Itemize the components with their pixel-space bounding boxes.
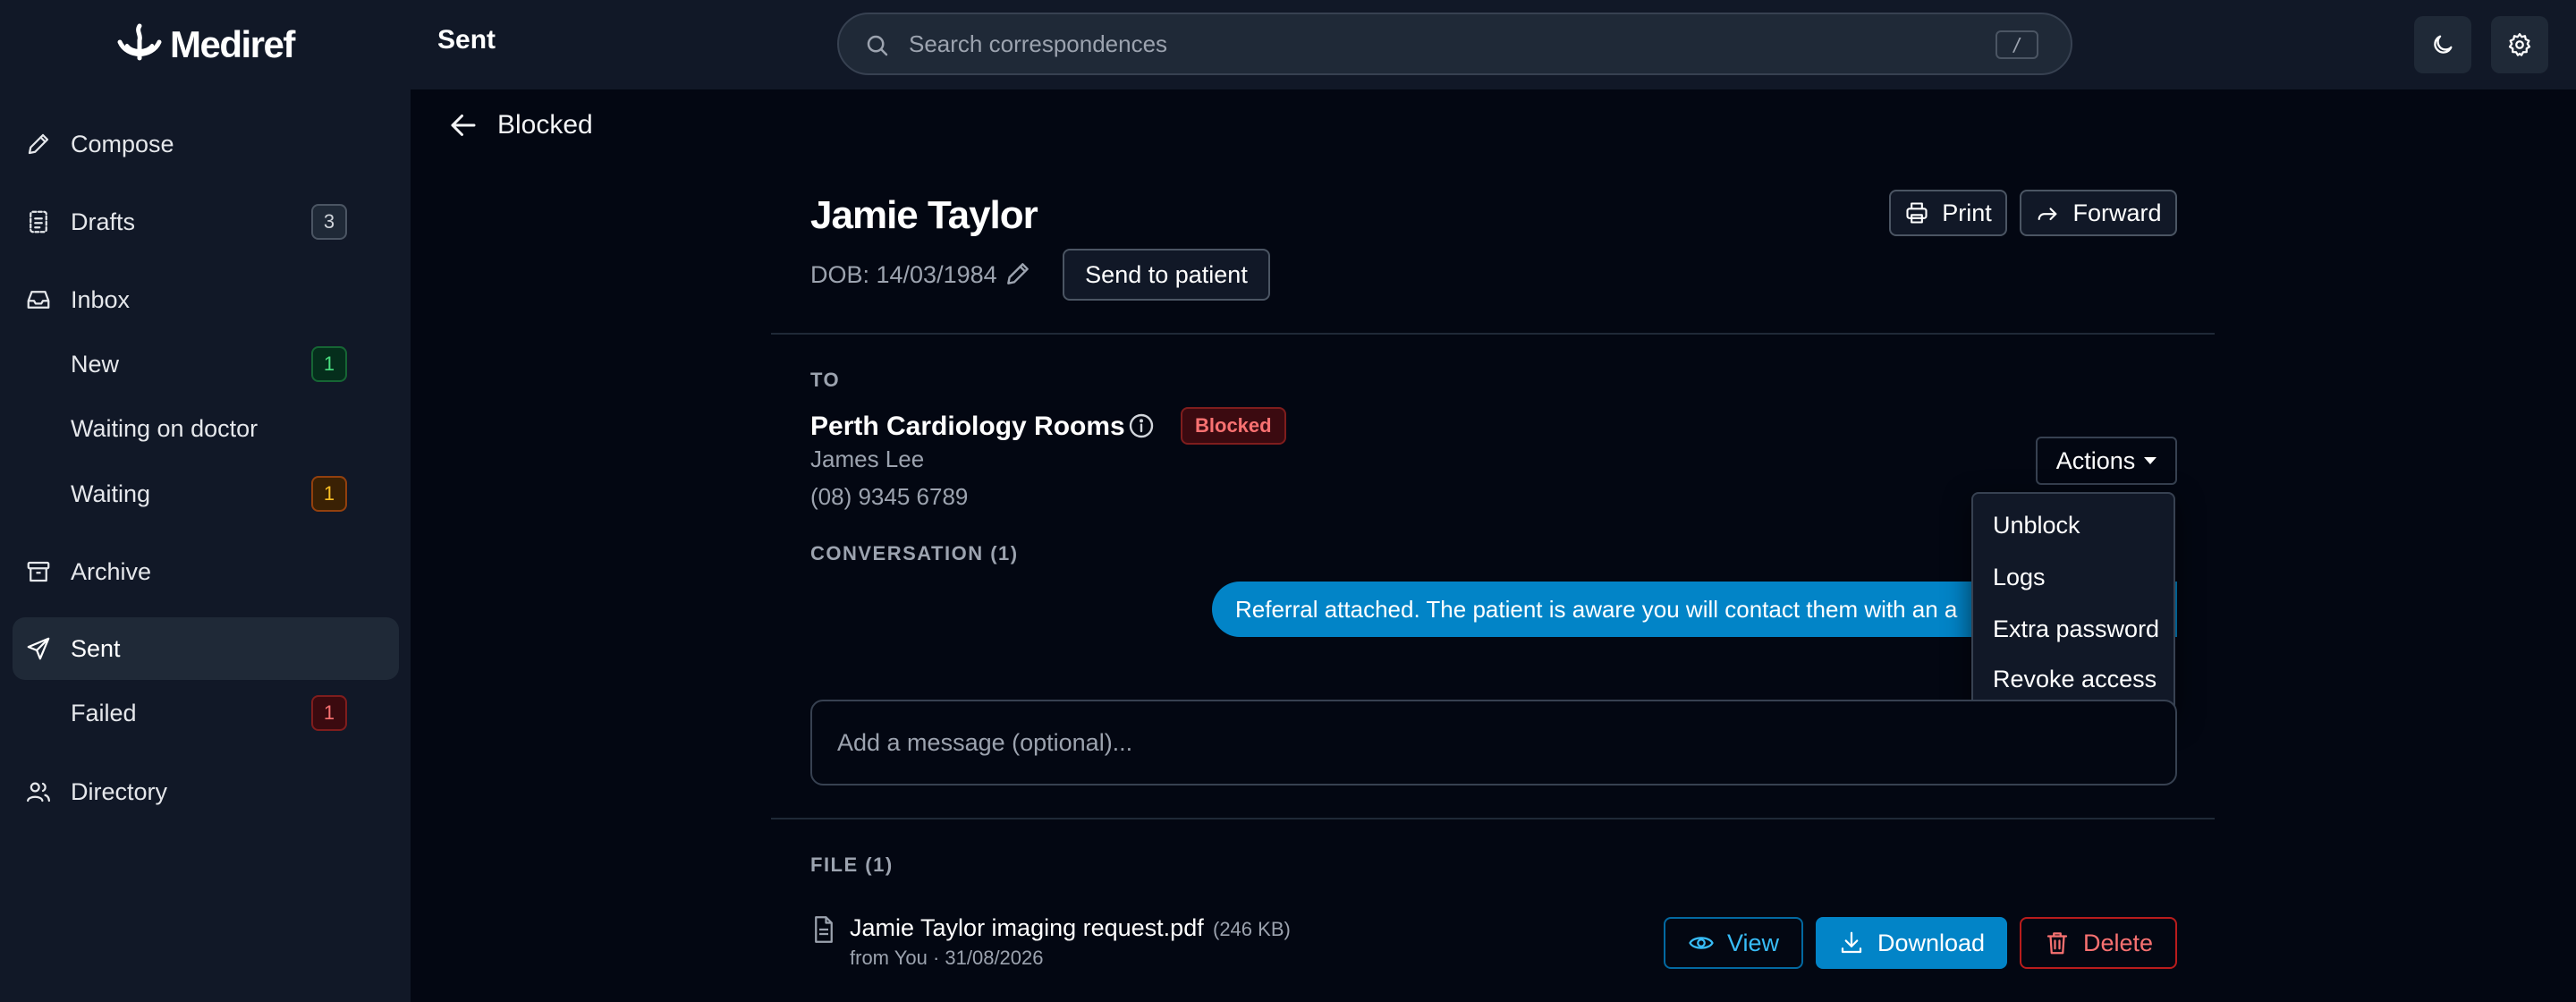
file-section-label: FILE (1) <box>810 853 894 876</box>
file-name[interactable]: Jamie Taylor imaging request.pdf <box>850 914 1204 942</box>
patient-dob: DOB: 14/03/1984 <box>810 261 997 288</box>
sidebar-item-label: New <box>71 350 120 378</box>
arrow-left-icon <box>447 109 479 141</box>
inbox-icon <box>25 286 52 313</box>
file-meta: from You · 31/08/2026 <box>850 947 1044 969</box>
forward-icon <box>2035 200 2060 225</box>
search-shortcut-hint: / <box>1996 30 2038 59</box>
send-icon <box>25 635 52 662</box>
forward-label: Forward <box>2072 199 2162 226</box>
sidebar-item-label: Waiting on doctor <box>71 414 258 442</box>
search-bar[interactable]: / <box>837 13 2072 75</box>
sidebar-item-sent[interactable]: Sent <box>13 617 399 680</box>
sidebar-item-drafts[interactable]: Drafts 3 <box>13 191 399 253</box>
sidebar-item-waiting[interactable]: Waiting 1 <box>13 463 399 525</box>
download-icon <box>1838 930 1865 956</box>
caret-down-icon <box>2144 457 2157 464</box>
actions-label: Actions <box>2055 446 2136 474</box>
download-label: Download <box>1877 929 1986 956</box>
to-section-label: TO <box>810 369 841 391</box>
moon-icon <box>2430 32 2455 57</box>
actions-button[interactable]: Actions <box>2036 437 2177 485</box>
sidebar-item-label: Drafts <box>71 208 136 235</box>
sidebar-item-directory[interactable]: Directory <box>13 760 399 823</box>
section-divider <box>771 333 2215 335</box>
archive-icon <box>25 558 52 585</box>
recipient-phone: (08) 9345 6789 <box>810 483 969 510</box>
edit-dob-icon[interactable] <box>1004 259 1032 288</box>
sidebar-item-failed[interactable]: Failed 1 <box>13 682 399 744</box>
message-compose-box[interactable] <box>810 700 2177 785</box>
sidebar-item-label: Compose <box>71 130 174 157</box>
sidebar-item-waiting-on-doctor[interactable]: Waiting on doctor <box>13 397 399 460</box>
sidebar-item-label: Sent <box>71 634 121 662</box>
recipient-name: Perth Cardiology Rooms <box>810 412 1125 441</box>
search-input[interactable] <box>909 14 1937 73</box>
info-icon[interactable] <box>1127 412 1156 440</box>
printer-icon <box>1904 200 1929 225</box>
sidebar-item-label: Inbox <box>71 285 131 313</box>
menu-item-revoke-access[interactable]: Revoke access <box>1993 666 2157 693</box>
eye-icon <box>1688 930 1715 956</box>
gear-icon <box>2506 31 2533 58</box>
sidebar-item-label: Waiting <box>71 480 151 507</box>
failed-count-badge: 1 <box>311 695 347 731</box>
menu-item-logs[interactable]: Logs <box>1993 564 2046 591</box>
send-to-patient-button[interactable]: Send to patient <box>1063 249 1270 301</box>
sidebar-item-label: Archive <box>71 557 152 585</box>
back-link[interactable]: Blocked <box>447 109 593 141</box>
top-bar: Sent / <box>411 0 2576 89</box>
message-text: Referral attached. The patient is aware … <box>1235 595 1958 623</box>
send-to-patient-label: Send to patient <box>1085 260 1248 288</box>
settings-button[interactable] <box>2491 16 2548 73</box>
document-icon <box>810 914 837 945</box>
app-logo[interactable]: Mediref <box>114 20 295 70</box>
recipient-contact-name: James Lee <box>810 446 925 472</box>
theme-toggle-button[interactable] <box>2414 16 2471 73</box>
search-icon <box>864 32 891 59</box>
delete-file-button[interactable]: Delete <box>2020 917 2177 969</box>
back-label: Blocked <box>497 110 593 140</box>
view-label: View <box>1726 929 1780 956</box>
actions-dropdown-menu: Unblock Logs Extra password Revoke acces… <box>1971 492 2175 712</box>
mediref-logo-icon <box>114 22 165 67</box>
sidebar-item-inbox[interactable]: Inbox <box>13 268 399 331</box>
patient-name: Jamie Taylor <box>810 193 1038 237</box>
status-badge: Blocked <box>1181 407 1286 445</box>
trash-icon <box>2044 930 2071 956</box>
page-title: Sent <box>437 25 496 55</box>
sidebar-item-new[interactable]: New 1 <box>13 333 399 395</box>
download-file-button[interactable]: Download <box>1816 917 2007 969</box>
print-label: Print <box>1942 199 1992 226</box>
drafts-count-badge: 3 <box>311 204 347 240</box>
sidebar-item-label: Failed <box>71 699 137 726</box>
menu-item-extra-password[interactable]: Extra password <box>1993 616 2159 643</box>
sidebar-item-compose[interactable]: Compose <box>13 113 399 175</box>
print-button[interactable]: Print <box>1889 190 2007 236</box>
view-file-button[interactable]: View <box>1664 917 1803 969</box>
waiting-count-badge: 1 <box>311 476 347 512</box>
section-divider <box>771 818 2215 819</box>
message-input[interactable] <box>837 701 2143 784</box>
app-name: Mediref <box>170 23 295 65</box>
sidebar: Mediref Compose Drafts 3 Inbox New 1 Wai… <box>0 0 411 1002</box>
sidebar-item-archive[interactable]: Archive <box>13 540 399 603</box>
delete-label: Delete <box>2082 929 2154 956</box>
pencil-icon <box>25 131 52 157</box>
sidebar-item-label: Directory <box>71 777 168 805</box>
menu-item-unblock[interactable]: Unblock <box>1993 512 2080 539</box>
drafts-icon <box>25 208 52 235</box>
conversation-section-label: CONVERSATION (1) <box>810 542 1019 565</box>
file-size: (246 KB) <box>1213 918 1291 940</box>
users-icon <box>25 778 52 805</box>
new-count-badge: 1 <box>311 346 347 382</box>
forward-button[interactable]: Forward <box>2020 190 2177 236</box>
